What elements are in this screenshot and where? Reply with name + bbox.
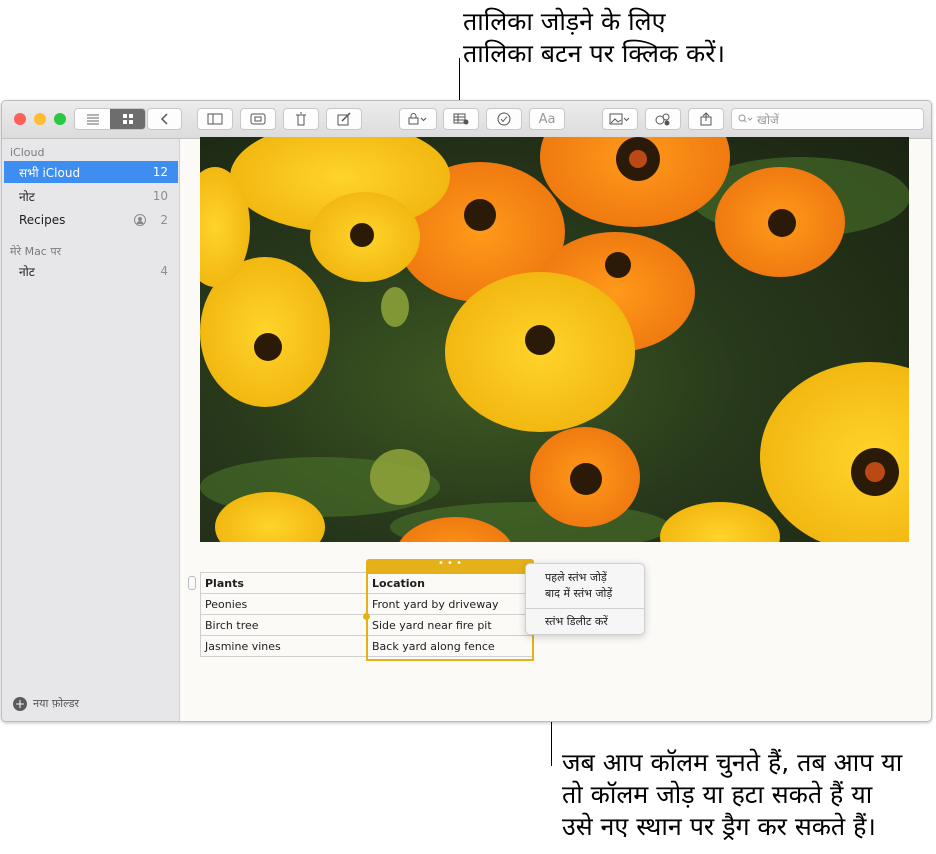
table-cell[interactable]: Peonies xyxy=(200,593,368,615)
minimize-window-button[interactable] xyxy=(34,113,46,125)
plus-icon: + xyxy=(13,696,27,711)
sidebar-item-label: नोट xyxy=(19,264,35,279)
column-handle-dots: • • • xyxy=(437,558,463,569)
sidebar-icon xyxy=(207,113,223,125)
new-folder-label: नया फ़ोल्डर xyxy=(33,697,80,710)
attachments-button[interactable] xyxy=(240,108,276,130)
row-handle[interactable] xyxy=(188,576,196,590)
lock-icon xyxy=(408,113,427,125)
menu-item-add-column-after[interactable]: बाद में स्तंभ जोड़ें xyxy=(545,586,612,601)
selection-dot xyxy=(363,613,370,620)
search-placeholder: खोजें xyxy=(757,112,779,127)
share-person-icon xyxy=(655,113,670,126)
table-header-cell[interactable]: Location xyxy=(367,572,534,594)
shared-folder-icon xyxy=(134,214,146,226)
table-row: Peonies Front yard by driveway xyxy=(200,593,534,615)
attachments-icon xyxy=(250,113,266,125)
sidebar-item-recipes[interactable]: Recipes 2 xyxy=(4,209,178,231)
search-field[interactable]: खोजें xyxy=(731,108,924,130)
compose-button[interactable] xyxy=(326,108,362,130)
table-cell[interactable]: Back yard along fence xyxy=(367,635,534,657)
gallery-view-button[interactable] xyxy=(110,109,145,129)
sidebar-item-label: नोट xyxy=(19,189,35,204)
format-icon: Aa xyxy=(538,111,556,127)
back-icon xyxy=(160,113,168,125)
table-header-cell[interactable]: Plants xyxy=(200,572,368,594)
table-icon xyxy=(453,113,469,125)
list-view-icon xyxy=(86,114,99,125)
sidebar-item-label: सभी iCloud xyxy=(19,165,81,180)
callout-bottom-line1: जब आप कॉलम चुनते हैं, तब आप या xyxy=(562,748,903,777)
list-view-button[interactable] xyxy=(75,109,110,129)
sidebar-item-all-icloud[interactable]: सभी iCloud 12 xyxy=(4,161,178,183)
sidebar-item-mac-notes[interactable]: नोट 4 xyxy=(4,260,178,282)
share-icon xyxy=(700,112,712,126)
table-cell[interactable]: Jasmine vines xyxy=(200,635,368,657)
view-mode-control xyxy=(74,108,146,130)
sidebar: iCloud सभी iCloud 12 नोट 10 Recipes 2 मे… xyxy=(2,139,180,721)
callout-top: तालिका जोड़ने के लिए तालिका बटन पर क्लिक… xyxy=(463,6,783,70)
add-people-button[interactable] xyxy=(645,108,681,130)
callout-bottom-line3: उसे नए स्थान पर ड्रैग कर सकते हैं। xyxy=(562,812,876,841)
table-cell[interactable]: Birch tree xyxy=(200,614,368,636)
toolbar: Aa खोजें xyxy=(2,101,931,139)
sidebar-item-count: 2 xyxy=(160,213,168,227)
sidebar-item-notes[interactable]: नोट 10 xyxy=(4,185,178,207)
sidebar-header-icloud: iCloud xyxy=(10,146,45,159)
delete-button[interactable] xyxy=(283,108,319,130)
sidebar-toggle-button[interactable] xyxy=(197,108,233,130)
media-icon xyxy=(609,113,630,125)
trash-icon xyxy=(296,112,306,126)
close-window-button[interactable] xyxy=(14,113,26,125)
search-icon xyxy=(738,114,753,123)
checklist-button[interactable] xyxy=(486,108,522,130)
flower-photo-image xyxy=(200,137,909,542)
callout-top-line2: तालिका बटन पर क्लिक करें। xyxy=(463,39,725,68)
table-cell[interactable]: Front yard by driveway xyxy=(367,593,534,615)
lock-button[interactable] xyxy=(399,108,437,130)
gallery-view-icon xyxy=(122,114,133,124)
column-context-menu: पहले स्तंभ जोड़ें बाद में स्तंभ जोड़ें स… xyxy=(525,563,645,635)
sidebar-item-count: 10 xyxy=(152,189,168,203)
new-folder-button[interactable]: + नया फ़ोल्डर xyxy=(13,696,79,711)
callout-top-line1: तालिका जोड़ने के लिए xyxy=(463,7,666,36)
menu-item-delete-column[interactable]: स्तंभ डिलीट करें xyxy=(545,614,608,629)
table-button[interactable] xyxy=(443,108,479,130)
column-handle[interactable]: • • • xyxy=(366,559,534,572)
table-cell[interactable]: Side yard near fire pit xyxy=(367,614,534,636)
callout-bottom-line2: तो कॉलम जोड़ या हटा सकते हैं या xyxy=(562,780,873,809)
menu-separator xyxy=(526,608,644,609)
callout-bottom: जब आप कॉलम चुनते हैं, तब आप या तो कॉलम ज… xyxy=(562,747,934,843)
checklist-icon xyxy=(497,112,511,126)
table-header-row: Plants Location xyxy=(200,572,534,594)
sidebar-item-count: 4 xyxy=(160,264,168,278)
note-photo[interactable] xyxy=(200,137,909,542)
sidebar-item-count: 12 xyxy=(152,165,168,179)
media-button[interactable] xyxy=(602,108,638,130)
menu-item-add-column-before[interactable]: पहले स्तंभ जोड़ें xyxy=(545,570,607,585)
sidebar-header-mac: मेरे Mac पर xyxy=(10,245,62,258)
format-button[interactable]: Aa xyxy=(529,108,565,130)
share-button[interactable] xyxy=(688,108,724,130)
zoom-window-button[interactable] xyxy=(54,113,66,125)
sidebar-item-label: Recipes xyxy=(19,213,66,227)
back-button[interactable] xyxy=(147,108,182,130)
compose-icon xyxy=(337,112,351,126)
table-row: Jasmine vines Back yard along fence xyxy=(200,635,534,657)
